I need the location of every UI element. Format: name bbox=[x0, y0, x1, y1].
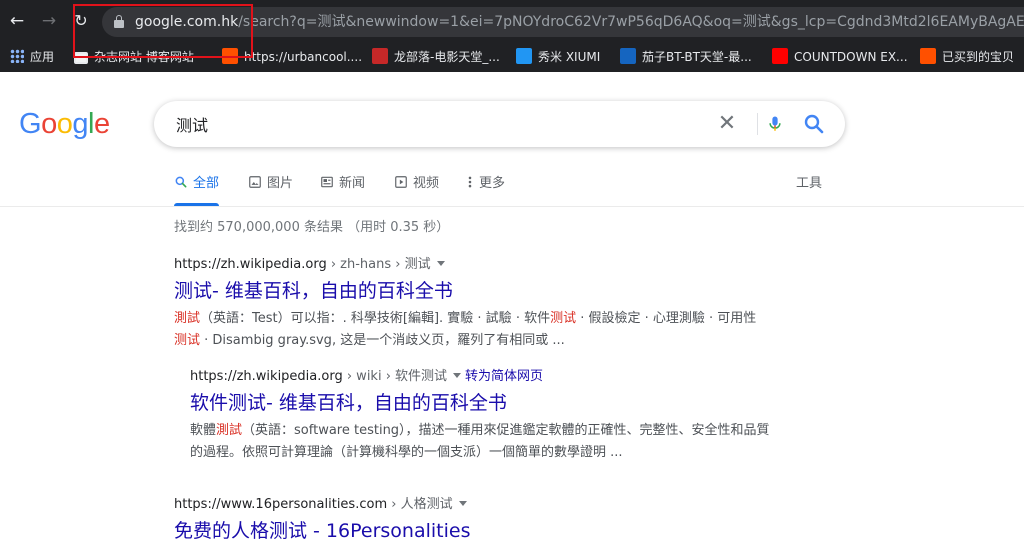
tab-more-dots[interactable]: 更多 bbox=[466, 170, 505, 206]
result-menu-caret-icon[interactable] bbox=[458, 501, 467, 506]
bookmark-label: 已买到的宝贝 bbox=[942, 50, 1015, 64]
tab-label: 新闻 bbox=[339, 176, 366, 191]
search-icon bbox=[174, 175, 188, 189]
news-icon bbox=[320, 175, 334, 189]
result-title[interactable]: 免费的人格测试 - 16Personalities bbox=[174, 518, 470, 544]
result-title[interactable]: 软件测试- 维基百科，自由的百科全书 bbox=[190, 390, 780, 416]
bookmark-label: COUNTDOWN EX... bbox=[794, 50, 908, 64]
result-title[interactable]: 测试- 维基百科，自由的百科全书 bbox=[174, 278, 764, 304]
url-host: google.com.hk bbox=[135, 14, 239, 30]
back-icon[interactable]: ← bbox=[6, 10, 28, 32]
tab-label: 全部 bbox=[193, 176, 220, 191]
apps-grid-icon bbox=[10, 49, 24, 63]
result-url[interactable]: https://www.16personalities.com › 人格测试 bbox=[174, 496, 470, 514]
bookmark-label: https://urbancool.... bbox=[244, 50, 363, 64]
logo-letter: e bbox=[93, 108, 110, 140]
bookmark-label: 龙部落-电影天堂_... bbox=[394, 50, 500, 64]
logo-letter: o bbox=[56, 108, 73, 140]
search-tabs: 全部 图片 新闻 视频 更多 工具 bbox=[0, 170, 1024, 207]
xiumi-icon bbox=[516, 48, 532, 64]
search-box: ✕ bbox=[154, 101, 845, 147]
logo-letter: o bbox=[41, 108, 57, 140]
more-dots-icon bbox=[466, 175, 474, 189]
result-menu-caret-icon[interactable] bbox=[453, 373, 462, 378]
result-url[interactable]: https://zh.wikipedia.org › zh-hans › 测试 bbox=[174, 256, 764, 274]
tab-label: 视频 bbox=[413, 176, 440, 191]
tab-label: 图片 bbox=[267, 176, 294, 191]
result-domain: https://zh.wikipedia.org bbox=[190, 369, 343, 384]
tools-button[interactable]: 工具 bbox=[796, 170, 822, 198]
bookmark-item[interactable]: 已买到的宝贝 bbox=[920, 48, 1014, 66]
snippet-text: · Disambig gray.svg, 这是一个消歧义页，羅列了有相同或 ..… bbox=[200, 333, 565, 348]
taobao-icon bbox=[222, 48, 238, 64]
result-stats: 找到约 570,000,000 条结果 （用时 0.35 秒） bbox=[174, 220, 450, 235]
bookmark-item[interactable]: 茄子BT-BT天堂-最... bbox=[620, 48, 752, 66]
result-domain: https://www.16personalities.com bbox=[174, 497, 388, 512]
snippet-text: 軟體 bbox=[190, 423, 217, 438]
search-result: https://www.16personalities.com › 人格测试免费… bbox=[174, 496, 470, 544]
clear-icon[interactable]: ✕ bbox=[714, 111, 740, 137]
bookmark-item[interactable]: COUNTDOWN EX... bbox=[772, 48, 908, 66]
reload-icon[interactable]: ↻ bbox=[70, 10, 92, 32]
bookmark-label: 茄子BT-BT天堂-最... bbox=[642, 50, 752, 64]
search-result: https://zh.wikipedia.org › zh-hans › 测试测… bbox=[174, 256, 764, 352]
browser-toolbar: ← → ↻ google.com.hk/search?q=测试&newwindo… bbox=[0, 0, 1024, 42]
search-result: https://zh.wikipedia.org › wiki › 软件测试 转为… bbox=[190, 368, 780, 464]
translate-link[interactable]: 转为简体网页 bbox=[465, 369, 543, 384]
logo-letter: G bbox=[19, 108, 42, 140]
dragon-icon bbox=[372, 48, 388, 64]
snippet-text: · 假設檢定 · 心理測驗 · 可用性 bbox=[576, 311, 757, 326]
snippet-highlight: 测试 bbox=[174, 333, 201, 348]
logo-letter: g bbox=[72, 108, 88, 140]
search-input[interactable] bbox=[176, 114, 676, 133]
lock-icon[interactable] bbox=[114, 15, 124, 28]
result-breadcrumb: › 人格测试 bbox=[387, 497, 453, 512]
address-bar[interactable]: google.com.hk/search?q=测试&newwindow=1&ei… bbox=[102, 7, 1024, 37]
url-text[interactable]: google.com.hk/search?q=测试&newwindow=1&ei… bbox=[135, 13, 1024, 31]
result-domain: https://zh.wikipedia.org bbox=[174, 257, 327, 272]
folder-icon bbox=[74, 52, 88, 64]
search-icon[interactable] bbox=[802, 112, 826, 136]
bt-icon bbox=[620, 48, 636, 64]
browser-chrome: ← → ↻ google.com.hk/search?q=测试&newwindo… bbox=[0, 0, 1024, 72]
result-url[interactable]: https://zh.wikipedia.org › wiki › 软件测试 转为… bbox=[190, 368, 780, 386]
bookmark-item[interactable]: 杂志网站 博客网站 bbox=[74, 48, 194, 66]
bookmark-item[interactable]: 应用 bbox=[10, 48, 54, 66]
result-snippet: 軟體測試（英語：software testing），描述一種用來促進鑑定軟體的正… bbox=[190, 420, 780, 464]
search-divider bbox=[757, 113, 758, 135]
bookmark-label: 应用 bbox=[30, 50, 55, 64]
bookmark-label: 秀米 XIUMI bbox=[538, 50, 601, 64]
result-snippet: 測試（英語：Test）可以指：. 科學技術[編輯]. 實驗 · 試驗 · 软件测… bbox=[174, 308, 764, 352]
tab-search[interactable]: 全部 bbox=[174, 170, 220, 206]
bookmark-item[interactable]: https://urbancool.... bbox=[222, 48, 362, 66]
bookmarks-bar: 应用 杂志网站 博客网站 https://urbancool.... 龙部落-电影天堂… bbox=[0, 42, 1024, 72]
bookmark-item[interactable]: 秀米 XIUMI bbox=[516, 48, 600, 66]
google-logo[interactable]: Google bbox=[19, 107, 110, 141]
snippet-text: （英語：Test）可以指：. 科學技術[編輯]. 實驗 · 試驗 · 软件 bbox=[200, 311, 551, 326]
tab-image[interactable]: 图片 bbox=[248, 170, 293, 206]
snippet-highlight: 測試 bbox=[216, 423, 243, 438]
active-tab-indicator bbox=[174, 203, 220, 206]
microphone-icon[interactable] bbox=[766, 112, 784, 136]
snippet-highlight: 测试 bbox=[550, 311, 577, 326]
bookmark-item[interactable]: 龙部落-电影天堂_... bbox=[372, 48, 500, 66]
bookmark-label: 杂志网站 博客网站 bbox=[94, 50, 194, 64]
forward-icon[interactable]: → bbox=[38, 10, 60, 32]
result-breadcrumb: › wiki › 软件测试 bbox=[342, 369, 448, 384]
image-icon bbox=[248, 175, 262, 189]
taobao-icon bbox=[920, 48, 936, 64]
youtube-icon bbox=[772, 48, 788, 64]
tab-video[interactable]: 视频 bbox=[394, 170, 439, 206]
url-path: /search?q=测试&newwindow=1&ei=7pNOYdroC62V… bbox=[238, 14, 1024, 30]
snippet-text: （英語：software testing），描述一種用來促進鑑定軟體的正確性、完… bbox=[190, 423, 770, 460]
result-breadcrumb: › zh-hans › 测试 bbox=[326, 257, 431, 272]
video-icon bbox=[394, 175, 408, 189]
tab-news[interactable]: 新闻 bbox=[320, 170, 365, 206]
tab-label: 更多 bbox=[479, 176, 506, 191]
result-menu-caret-icon[interactable] bbox=[436, 261, 445, 266]
snippet-highlight: 測試 bbox=[174, 311, 201, 326]
